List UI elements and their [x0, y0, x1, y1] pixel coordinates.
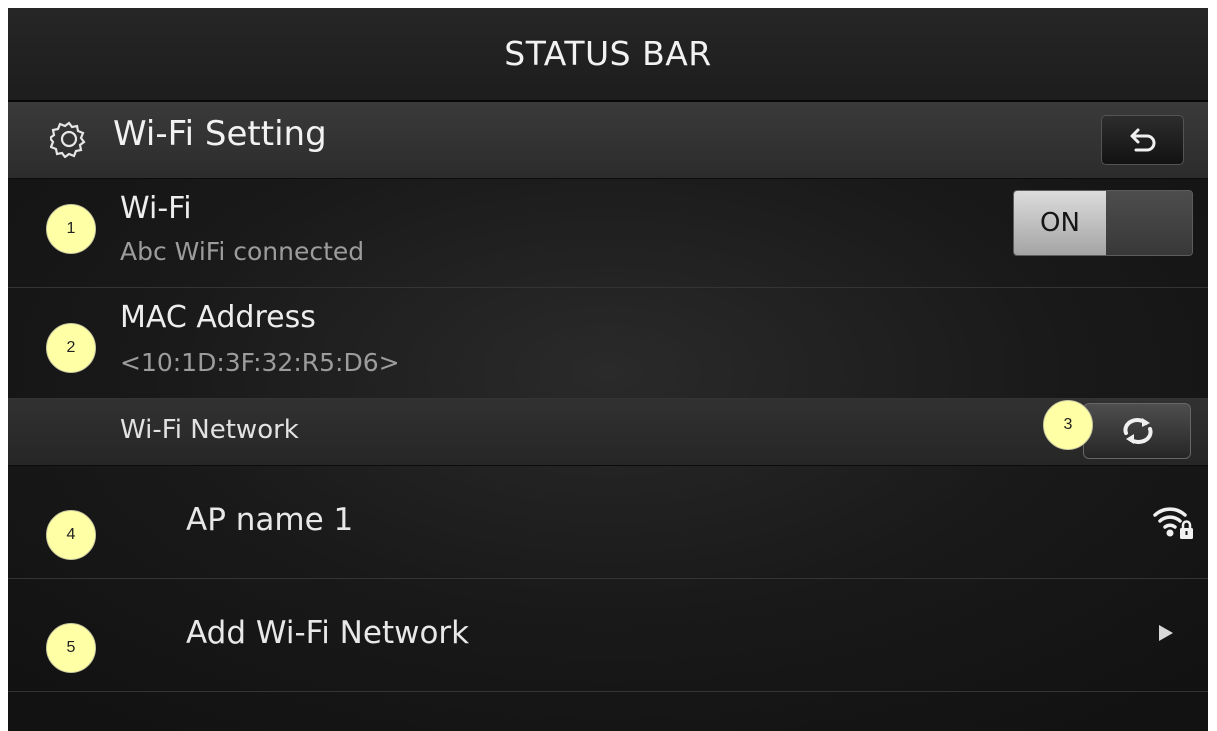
- title-bar: Wi-Fi Setting: [8, 102, 1208, 179]
- back-arrow-icon: [1130, 128, 1156, 152]
- wifi-status: Abc WiFi connected: [120, 237, 365, 266]
- add-network-label: Add Wi-Fi Network: [186, 615, 470, 651]
- wifi-toggle[interactable]: ON: [1013, 190, 1193, 256]
- add-wifi-network-item[interactable]: Add Wi-Fi Network: [8, 579, 1208, 692]
- back-button[interactable]: [1101, 115, 1184, 165]
- annotation-badge-4: 4: [46, 510, 96, 560]
- mac-label: MAC Address: [120, 300, 316, 335]
- play-arrow-icon: [1159, 625, 1173, 641]
- wifi-row: Wi-Fi Abc WiFi connected ON: [8, 179, 1208, 288]
- toggle-off-segment: [1106, 191, 1192, 255]
- network-item-ap-1[interactable]: AP name 1: [8, 466, 1208, 579]
- mac-value: <10:1D:3F:32:R5:D6>: [120, 348, 400, 377]
- annotation-badge-5: 5: [46, 623, 96, 673]
- wifi-network-section-header: Wi-Fi Network: [8, 399, 1208, 466]
- wifi-network-label: Wi-Fi Network: [120, 415, 299, 445]
- toggle-on-label: ON: [1014, 191, 1106, 255]
- settings-list: Wi-Fi Abc WiFi connected ON MAC Address …: [8, 179, 1208, 731]
- refresh-icon: [1123, 418, 1153, 444]
- refresh-button[interactable]: [1083, 403, 1191, 459]
- network-name: AP name 1: [186, 502, 354, 538]
- annotation-badge-3: 3: [1043, 400, 1093, 450]
- annotation-badge-2: 2: [46, 323, 96, 373]
- status-bar: STATUS BAR: [8, 8, 1208, 102]
- gear-icon: [50, 121, 86, 158]
- wifi-locked-icon: [1153, 507, 1193, 539]
- annotation-badge-1: 1: [46, 204, 96, 254]
- wifi-label: Wi-Fi: [120, 191, 192, 226]
- infotainment-screen: STATUS BAR Wi-Fi Setting Wi-Fi Abc WiFi …: [8, 8, 1208, 731]
- page-title: Wi-Fi Setting: [113, 114, 327, 154]
- mac-address-row: MAC Address <10:1D:3F:32:R5:D6>: [8, 288, 1208, 399]
